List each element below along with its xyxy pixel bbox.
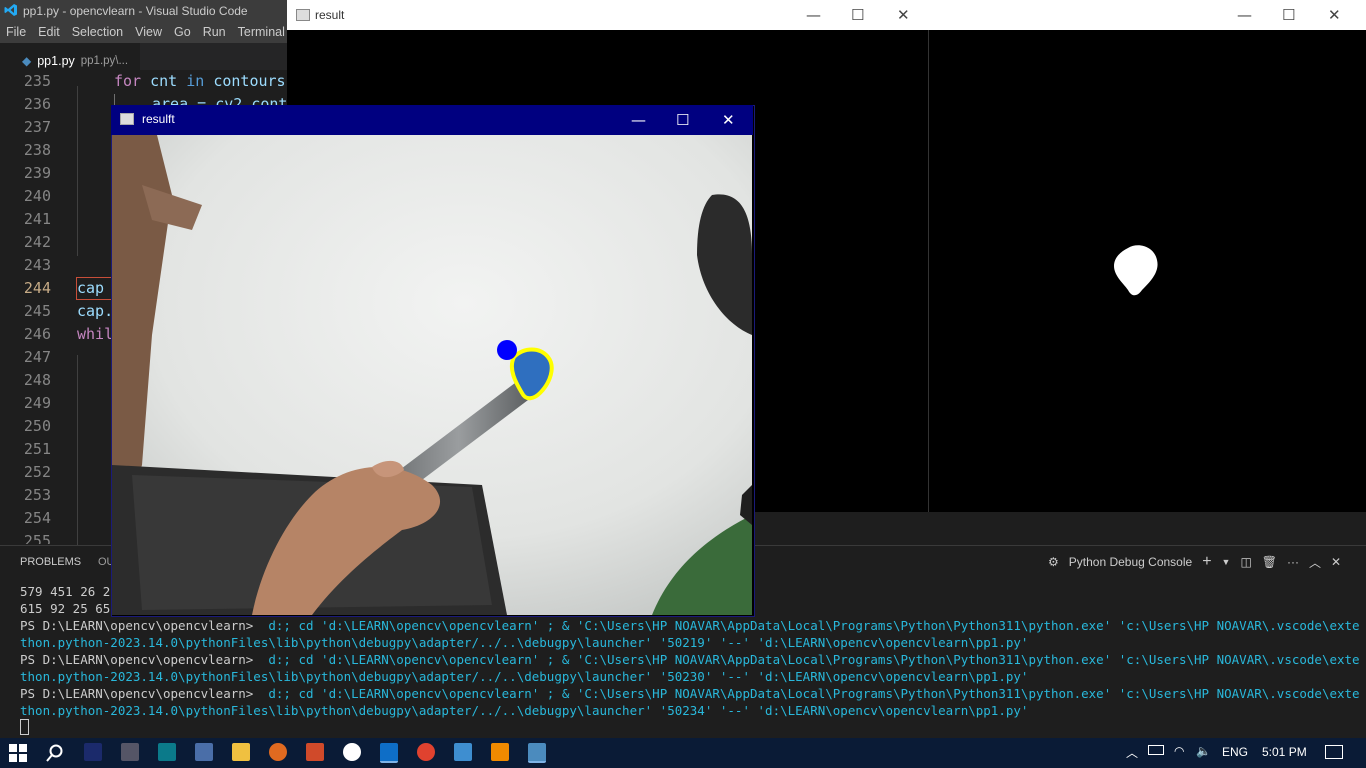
app-icon-red[interactable] <box>306 743 324 761</box>
indent-guide <box>77 86 78 256</box>
close-panel-icon[interactable]: ✕ <box>1331 555 1341 569</box>
menu-file[interactable]: File <box>0 22 32 43</box>
terminal-selector[interactable]: Python Debug Console <box>1069 555 1192 569</box>
maximize-button[interactable]: ☐ <box>851 6 864 24</box>
line-number: 247 <box>23 348 51 366</box>
result-window-titlebar[interactable] <box>287 0 928 30</box>
chevron-down-icon[interactable]: ▼ <box>1222 557 1231 567</box>
line-number: 238 <box>23 141 51 159</box>
debug-icon: ⚙ <box>1048 555 1059 569</box>
code-line-235: for cnt in contours <box>114 72 286 90</box>
line-number: 245 <box>23 302 51 320</box>
line-number: 242 <box>23 233 51 251</box>
photoshop-icon[interactable] <box>84 743 102 761</box>
line-number: 253 <box>23 486 51 504</box>
line-number: 236 <box>23 95 51 113</box>
app-icon-orange[interactable] <box>269 743 287 761</box>
more-icon[interactable]: ··· <box>1287 555 1299 569</box>
indent-guide <box>77 355 78 545</box>
add-terminal-icon[interactable]: + <box>1202 553 1211 571</box>
vscode-logo-icon <box>4 4 17 16</box>
menu-bar: File Edit Selection View Go Run Terminal <box>0 22 290 43</box>
clock[interactable]: 5:01 PM <box>1262 745 1307 759</box>
terminal-line: PS D:\LEARN\opencv\opencvlearn> d:; cd '… <box>20 686 1360 701</box>
tab-path: pp1.py\... <box>80 54 129 67</box>
line-number: 246 <box>23 325 51 343</box>
terminal-line: thon.python-2023.14.0\pythonFiles\lib\py… <box>20 669 1029 684</box>
menu-edit[interactable]: Edit <box>32 22 66 43</box>
battery-icon[interactable] <box>1148 745 1164 755</box>
terminal-line: PS D:\LEARN\opencv\opencvlearn> d:; cd '… <box>20 618 1360 633</box>
tab-filename: pp1.py <box>37 53 75 68</box>
line-number: 251 <box>23 440 51 458</box>
chrome-icon[interactable] <box>417 743 435 761</box>
code-line-244: cap <box>77 279 105 297</box>
line-number: 235 <box>23 72 51 90</box>
line-number: 250 <box>23 417 51 435</box>
code-line-246: whil <box>77 325 114 343</box>
minimize-button[interactable]: — <box>1237 6 1252 24</box>
line-number: 237 <box>23 118 51 136</box>
maximize-button[interactable]: ☐ <box>1282 6 1295 24</box>
line-number: 252 <box>23 463 51 481</box>
maximize-panel-icon[interactable]: ︿ <box>1309 554 1321 571</box>
trash-icon[interactable]: 🗑 <box>1262 555 1277 569</box>
language-indicator[interactable]: ENG <box>1222 745 1248 759</box>
close-button[interactable]: ✕ <box>1328 6 1341 24</box>
split-terminal-icon[interactable]: ◫ <box>1240 555 1251 569</box>
media-player-icon[interactable] <box>343 743 361 761</box>
line-number: 243 <box>23 256 51 274</box>
line-number: 255 <box>23 532 51 544</box>
windows-start-icon[interactable] <box>9 744 27 762</box>
terminal-line: thon.python-2023.14.0\pythonFiles\lib\py… <box>20 635 1029 650</box>
window-title: pp1.py - opencvlearn - Visual Studio Cod… <box>23 4 248 18</box>
close-button[interactable]: ✕ <box>897 6 910 24</box>
notepad-icon[interactable] <box>195 743 213 761</box>
vscode-taskbar-icon[interactable] <box>380 743 398 763</box>
minimize-button[interactable]: — <box>806 6 821 24</box>
minimize-button[interactable]: — <box>631 111 646 129</box>
menu-go[interactable]: Go <box>168 22 197 43</box>
file-explorer-icon[interactable] <box>232 743 250 761</box>
centroid-marker <box>497 340 517 360</box>
search-icon[interactable] <box>46 744 64 762</box>
tab-problems[interactable]: PROBLEMS <box>20 556 81 568</box>
calculator-icon[interactable] <box>121 743 139 761</box>
code-line-245: cap. <box>77 302 114 320</box>
line-number: 254 <box>23 509 51 527</box>
line-number: 248 <box>23 371 51 389</box>
arduino-icon[interactable] <box>158 743 176 761</box>
terminal-toolbar: ⚙ Python Debug Console + ▼ ◫ 🗑 ··· ︿ ✕ <box>1048 553 1341 571</box>
mask-blob <box>1114 245 1158 296</box>
python-window-icon[interactable] <box>528 743 546 763</box>
terminal-cursor <box>20 719 1360 736</box>
line-number: 249 <box>23 394 51 412</box>
app-icon <box>296 9 310 21</box>
mask-window-titlebar[interactable] <box>928 0 1366 30</box>
notification-icon[interactable] <box>1325 745 1343 759</box>
result-window-title: result <box>315 8 345 22</box>
close-button[interactable]: ✕ <box>722 111 735 129</box>
chevron-up-icon[interactable]: ︿ <box>1126 744 1138 761</box>
menu-terminal[interactable]: Terminal <box>232 22 291 43</box>
menu-selection[interactable]: Selection <box>66 22 129 43</box>
resulft-window-titlebar[interactable] <box>111 105 753 135</box>
line-number-current: 244 <box>23 279 51 297</box>
line-number: 241 <box>23 210 51 228</box>
volume-icon[interactable]: 🔈 <box>1196 744 1211 758</box>
terminal-line: PS D:\LEARN\opencv\opencvlearn> d:; cd '… <box>20 652 1360 667</box>
vlc-icon[interactable] <box>491 743 509 761</box>
python-icon[interactable] <box>454 743 472 761</box>
maximize-button[interactable]: ☐ <box>676 111 689 129</box>
python-file-icon: ◆ <box>22 53 32 68</box>
resulft-window-title: resulft <box>142 112 175 126</box>
menu-run[interactable]: Run <box>197 22 232 43</box>
wifi-icon[interactable]: ◠ <box>1174 744 1184 758</box>
terminal-line: thon.python-2023.14.0\pythonFiles\lib\py… <box>20 703 1029 718</box>
line-number: 240 <box>23 187 51 205</box>
menu-view[interactable]: View <box>129 22 168 43</box>
camera-frame <box>112 135 752 615</box>
app-icon <box>120 113 134 125</box>
line-number: 239 <box>23 164 51 182</box>
